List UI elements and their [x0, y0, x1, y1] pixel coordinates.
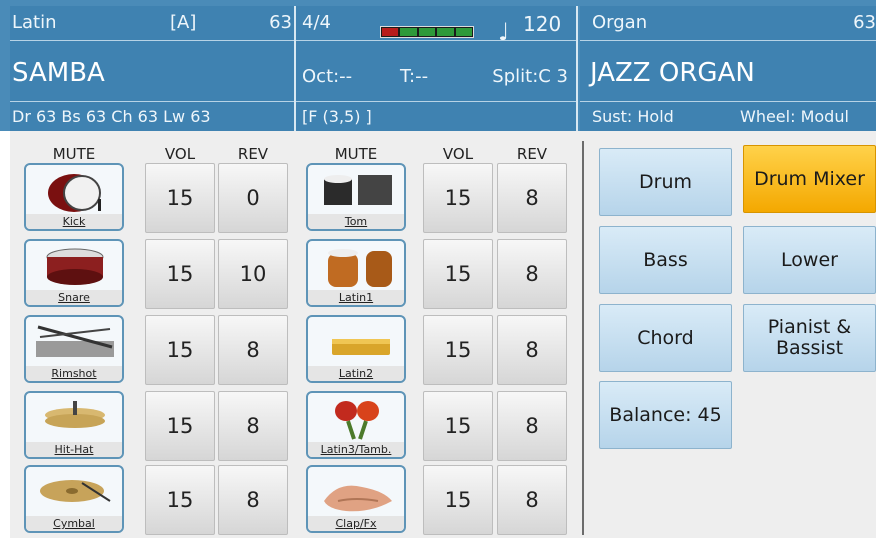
rev-column-header: REV [516, 145, 548, 163]
beat-indicator [437, 28, 454, 36]
cymbal-icon [40, 480, 111, 502]
mute-latin1-button[interactable]: Latin1 [306, 239, 406, 307]
vol-latin2[interactable]: 15 [423, 315, 493, 385]
octave-status: Oct:-- [302, 66, 353, 87]
transpose-status: T:-- [400, 66, 429, 87]
beat-indicator [400, 28, 417, 36]
voice-panel[interactable]: Organ 63 JAZZ ORGAN Sust: Hold Wheel: Mo… [580, 6, 876, 131]
status-header: Latin [A] 63 SAMBA Dr 63 Bs 63 Ch 63 Lw … [0, 0, 876, 131]
snare-drum-icon [46, 248, 104, 285]
voice-bank: Organ [592, 12, 648, 33]
vol-hihat[interactable]: 15 [145, 391, 215, 461]
instrument-label: Rimshot [26, 366, 122, 381]
rev-column-header: REV [237, 145, 269, 163]
rev-kick[interactable]: 0 [218, 163, 288, 233]
mute-column-header: MUTE [334, 145, 378, 163]
vol-cymbal[interactable]: 15 [145, 465, 215, 535]
vol-latin1[interactable]: 15 [423, 239, 493, 309]
mute-latin2-button[interactable]: Latin2 [306, 315, 406, 383]
mute-rimshot-button[interactable]: Rimshot [24, 315, 124, 383]
vol-tom[interactable]: 15 [423, 163, 493, 233]
vol-clap[interactable]: 15 [423, 465, 493, 535]
balance-button[interactable]: Balance: 45 [599, 381, 732, 449]
pianist-bassist-button[interactable]: Pianist & Bassist [743, 304, 876, 372]
instrument-label: Latin1 [308, 290, 404, 305]
hihat-icon [45, 401, 105, 428]
style-title: SAMBA [12, 58, 105, 88]
time-signature: 4/4 [302, 12, 331, 33]
vol-column-header: VOL [164, 145, 196, 163]
mute-column-header: MUTE [52, 145, 96, 163]
rev-cymbal[interactable]: 8 [218, 465, 288, 535]
mute-snare-button[interactable]: Snare [24, 239, 124, 307]
style-number: 63 [269, 12, 292, 33]
tempo-value: 120 [523, 12, 562, 36]
rev-tom[interactable]: 8 [497, 163, 567, 233]
vol-snare[interactable]: 15 [145, 239, 215, 309]
wood-block-icon [332, 339, 390, 355]
beat-indicator [455, 28, 473, 36]
quarter-note-icon: ♩ [498, 18, 510, 46]
wheel-status: Wheel: Modul [740, 107, 849, 126]
clap-hands-icon [324, 485, 392, 512]
chord-display: [F (3,5) ] [302, 107, 372, 126]
split-point: Split:C 3 [492, 66, 568, 87]
rimshot-icon [36, 325, 114, 357]
rev-latin1[interactable]: 8 [497, 239, 567, 309]
instrument-label: Kick [26, 214, 122, 229]
sustain-status: Sust: Hold [592, 107, 674, 126]
mute-cymbal-button[interactable]: Cymbal [24, 465, 124, 533]
rev-clap[interactable]: 8 [497, 465, 567, 535]
mute-tom-button[interactable]: Tom [306, 163, 406, 231]
mute-latin3-button[interactable]: Latin3/Tamb. [306, 391, 406, 459]
voice-title: JAZZ ORGAN [590, 58, 755, 88]
mute-hihat-button[interactable]: Hit-Hat [24, 391, 124, 459]
style-category: Latin [12, 12, 57, 33]
vol-kick[interactable]: 15 [145, 163, 215, 233]
drum-mixer-panel: MUTE VOL REV MUTE VOL REV Kick 15 0 Snar… [10, 131, 876, 538]
instrument-label: Latin3/Tamb. [308, 442, 404, 457]
beat-indicator [382, 28, 399, 36]
vol-latin3[interactable]: 15 [423, 391, 493, 461]
mute-kick-button[interactable]: Kick [24, 163, 124, 231]
style-bank: [A] [170, 12, 197, 33]
drum-button[interactable]: Drum [599, 148, 732, 216]
style-part-volumes: Dr 63 Bs 63 Ch 63 Lw 63 [12, 107, 211, 126]
section-divider [582, 141, 584, 535]
rev-rimshot[interactable]: 8 [218, 315, 288, 385]
instrument-label: Clap/Fx [308, 516, 404, 531]
instrument-label: Hit-Hat [26, 442, 122, 457]
instrument-label: Cymbal [26, 516, 122, 531]
congas-icon [328, 249, 392, 287]
style-panel[interactable]: Latin [A] 63 SAMBA Dr 63 Bs 63 Ch 63 Lw … [10, 6, 296, 131]
beat-meter [380, 26, 474, 38]
rev-latin2[interactable]: 8 [497, 315, 567, 385]
instrument-label: Tom [308, 214, 404, 229]
instrument-label: Latin2 [308, 366, 404, 381]
chord-button[interactable]: Chord [599, 304, 732, 372]
status-panel: 4/4 ♩ 120 Oct:-- T:-- Split:C 3 [F (3,5)… [296, 6, 578, 131]
kick-drum-icon [48, 174, 101, 212]
instrument-label: Snare [26, 290, 122, 305]
drum-mixer-button[interactable]: Drum Mixer [743, 145, 876, 213]
beat-indicator [418, 28, 436, 36]
lower-button[interactable]: Lower [743, 226, 876, 294]
tom-drums-icon [324, 175, 392, 205]
rev-snare[interactable]: 10 [218, 239, 288, 309]
rev-hihat[interactable]: 8 [218, 391, 288, 461]
bass-button[interactable]: Bass [599, 226, 732, 294]
vol-column-header: VOL [442, 145, 474, 163]
mute-clap-button[interactable]: Clap/Fx [306, 465, 406, 533]
maracas-icon [335, 401, 379, 440]
voice-number: 63 [853, 12, 876, 33]
vol-rimshot[interactable]: 15 [145, 315, 215, 385]
rev-latin3[interactable]: 8 [497, 391, 567, 461]
